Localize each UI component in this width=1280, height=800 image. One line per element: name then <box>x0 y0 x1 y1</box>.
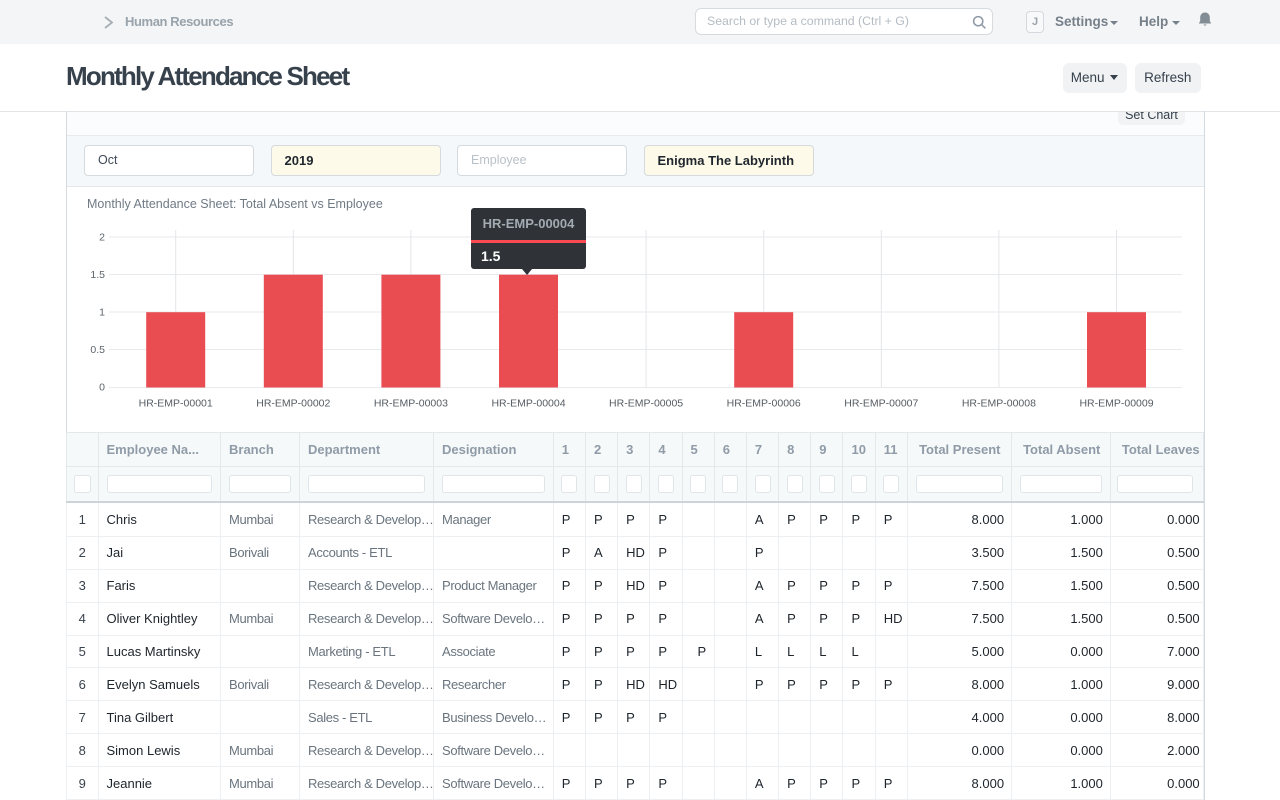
svg-text:HR-EMP-00001: HR-EMP-00001 <box>139 398 213 410</box>
svg-text:HR-EMP-00003: HR-EMP-00003 <box>374 398 448 410</box>
svg-text:HR-EMP-00004: HR-EMP-00004 <box>491 398 565 410</box>
svg-text:HR-EMP-00008: HR-EMP-00008 <box>962 398 1036 410</box>
svg-text:2: 2 <box>99 232 105 244</box>
svg-text:1: 1 <box>99 307 105 319</box>
svg-text:HR-EMP-00005: HR-EMP-00005 <box>609 398 683 410</box>
svg-text:HR-EMP-00002: HR-EMP-00002 <box>256 398 330 410</box>
svg-text:0: 0 <box>99 382 105 394</box>
svg-text:1.5: 1.5 <box>90 269 105 281</box>
svg-text:HR-EMP-00006: HR-EMP-00006 <box>727 398 801 410</box>
svg-text:HR-EMP-00009: HR-EMP-00009 <box>1079 398 1153 410</box>
svg-text:HR-EMP-00007: HR-EMP-00007 <box>844 398 918 410</box>
svg-text:0.5: 0.5 <box>90 344 105 356</box>
